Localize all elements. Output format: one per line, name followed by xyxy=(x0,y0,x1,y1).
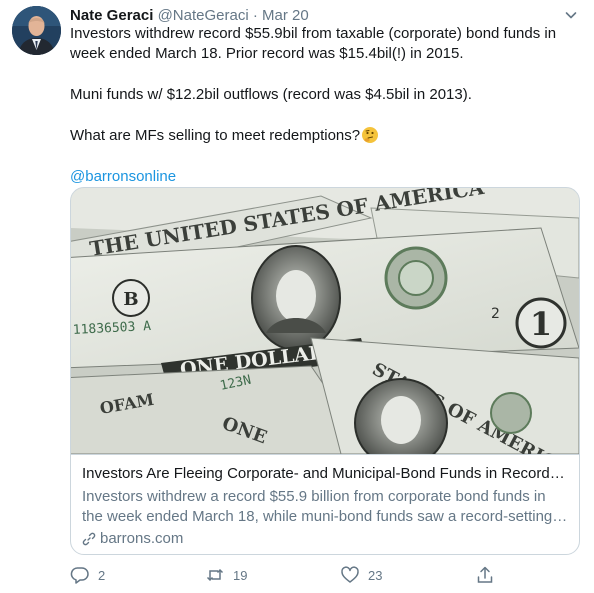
tweet-paragraph-text: What are MFs selling to meet redemptions… xyxy=(70,127,361,144)
like-button[interactable]: 23 xyxy=(340,565,382,585)
author-name[interactable]: Nate Geraci xyxy=(70,7,153,24)
dollar-bills-image: THE UNITED STATES OF AMERICA B 1 2 11836… xyxy=(71,188,579,481)
thinking-face-icon xyxy=(362,127,379,143)
card-domain: barrons.com xyxy=(82,529,568,549)
reply-button[interactable]: 2 xyxy=(70,565,105,585)
mention-link[interactable]: @barronsonline xyxy=(70,168,176,185)
retweet-icon xyxy=(206,568,224,582)
link-icon xyxy=(82,532,96,546)
bill-reserve-letter: B xyxy=(123,289,138,310)
card-body: Investors Are Fleeing Corporate- and Mun… xyxy=(71,454,579,554)
avatar-portrait xyxy=(12,6,61,55)
card-domain-text: barrons.com xyxy=(100,530,184,547)
reply-icon xyxy=(70,567,89,584)
card-image: THE UNITED STATES OF AMERICA B 1 2 11836… xyxy=(71,188,579,481)
link-card[interactable]: THE UNITED STATES OF AMERICA B 1 2 11836… xyxy=(70,187,580,555)
separator-dot: · xyxy=(252,7,258,24)
card-title[interactable]: Investors Are Fleeing Corporate- and Mun… xyxy=(82,464,568,483)
tweet-header: Nate Geraci @NateGeraci · Mar 20 xyxy=(70,6,580,26)
retweet-button[interactable]: 19 xyxy=(205,565,247,585)
tweet-paragraph: What are MFs selling to meet redemptions… xyxy=(70,126,582,146)
card-description: Investors withdrew a record $55.9 billio… xyxy=(82,488,553,525)
tweet-actions: 2 19 23 xyxy=(70,565,570,585)
avatar[interactable] xyxy=(12,6,61,55)
chevron-down-icon[interactable] xyxy=(562,6,580,24)
reply-count: 2 xyxy=(98,567,106,583)
tweet-date[interactable]: Mar 20 xyxy=(262,7,309,24)
share-icon xyxy=(477,566,493,583)
author-handle[interactable]: @NateGeraci xyxy=(158,7,249,24)
chevron-down-glyph xyxy=(565,12,577,19)
share-button[interactable] xyxy=(475,565,503,585)
heart-icon xyxy=(341,566,359,583)
bill-corner-number: 1 xyxy=(530,305,552,343)
tweet-paragraph: Muni funds w/ $12.2bil outflows (record … xyxy=(70,86,472,103)
tweet: Nate Geraci @NateGeraci · Mar 20 Investo… xyxy=(0,0,594,593)
tweet-text: Investors withdrew record $55.9bil from … xyxy=(70,24,582,187)
retweet-count: 19 xyxy=(233,567,248,583)
tweet-paragraph: Investors withdrew record $55.9bil from … xyxy=(70,25,557,62)
mention-paragraph: @barronsonline xyxy=(70,167,582,187)
like-count: 23 xyxy=(368,567,383,583)
bill-small-number: 2 xyxy=(491,306,500,322)
